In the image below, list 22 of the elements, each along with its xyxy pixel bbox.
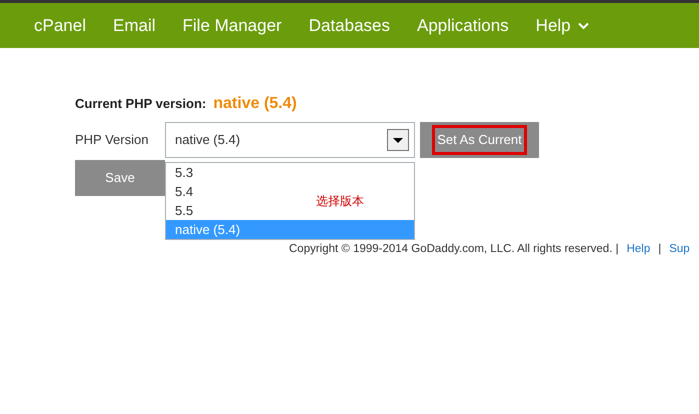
- version-option[interactable]: 5.4: [166, 182, 196, 201]
- set-as-current-button[interactable]: Set As Current: [420, 122, 539, 158]
- php-version-select[interactable]: native (5.4): [165, 122, 415, 158]
- version-option[interactable]: native (5.4): [166, 220, 414, 239]
- current-version-label: Current PHP version:: [75, 95, 206, 113]
- current-version-value: native (5.4): [213, 94, 297, 114]
- save-button[interactable]: Save: [75, 160, 165, 196]
- version-option[interactable]: 5.5: [166, 201, 196, 220]
- separator-text: |: [658, 242, 662, 257]
- annotation-text: 选择版本: [316, 193, 364, 210]
- nav-item[interactable]: Email: [112, 12, 156, 38]
- nav-item[interactable]: File Manager: [182, 12, 282, 38]
- nav-item[interactable]: cPanel: [34, 12, 86, 38]
- chevron-down-icon: [578, 22, 589, 30]
- nav-item[interactable]: Help: [536, 12, 589, 38]
- copyright-text: Copyright © 1999-2014 GoDaddy.com, LLC. All rights reserved. |: [289, 242, 619, 257]
- version-option[interactable]: 5.3: [166, 163, 196, 182]
- support-link[interactable]: Sup: [669, 241, 690, 258]
- nav-item[interactable]: Applications: [417, 12, 509, 38]
- help-link[interactable]: Help: [626, 241, 650, 258]
- nav-item[interactable]: Databases: [308, 12, 390, 38]
- php-version-label: PHP Version: [75, 131, 150, 150]
